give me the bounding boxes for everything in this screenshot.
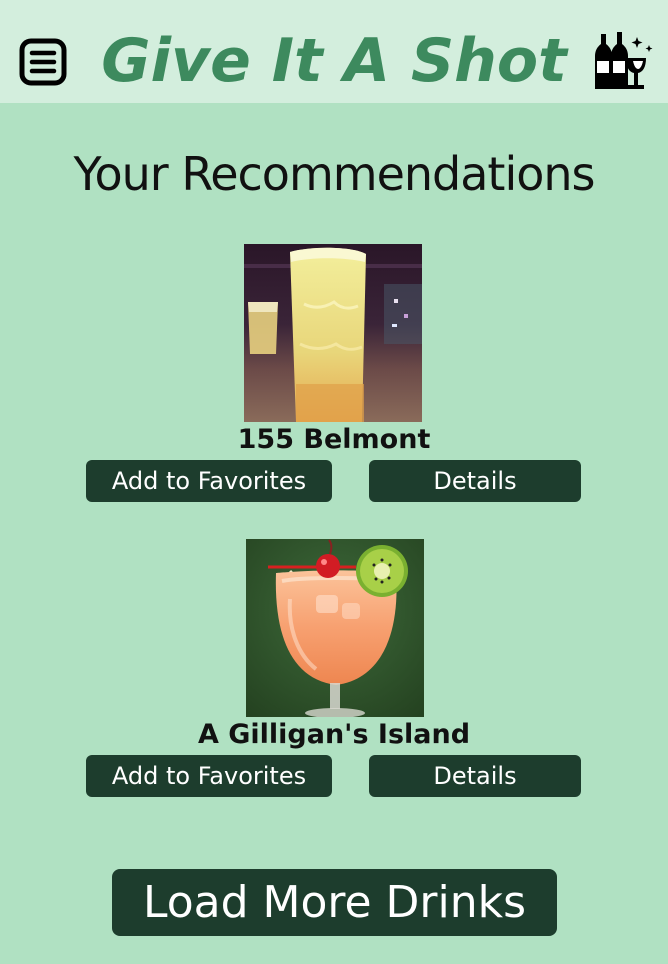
drink-name: 155 Belmont xyxy=(237,424,431,455)
page-title: Your Recommendations xyxy=(73,147,596,201)
drink-card: 155 Belmont Add to Favorites Details xyxy=(0,244,668,504)
app-header: Give It A Shot xyxy=(0,0,668,103)
add-to-favorites-button[interactable]: Add to Favorites xyxy=(86,460,332,502)
drink-name: A Gilligan's Island xyxy=(197,719,471,750)
drink-card: A Gilligan's Island Add to Favorites Det… xyxy=(0,539,668,799)
details-button[interactable]: Details xyxy=(369,460,581,502)
wine-bottles-glass-icon xyxy=(592,31,656,93)
app-title: Give It A Shot xyxy=(101,26,567,96)
load-more-button[interactable]: Load More Drinks xyxy=(112,869,557,936)
drink-image xyxy=(244,244,422,422)
details-button[interactable]: Details xyxy=(369,755,581,797)
drink-image xyxy=(246,539,424,717)
add-to-favorites-button[interactable]: Add to Favorites xyxy=(86,755,332,797)
